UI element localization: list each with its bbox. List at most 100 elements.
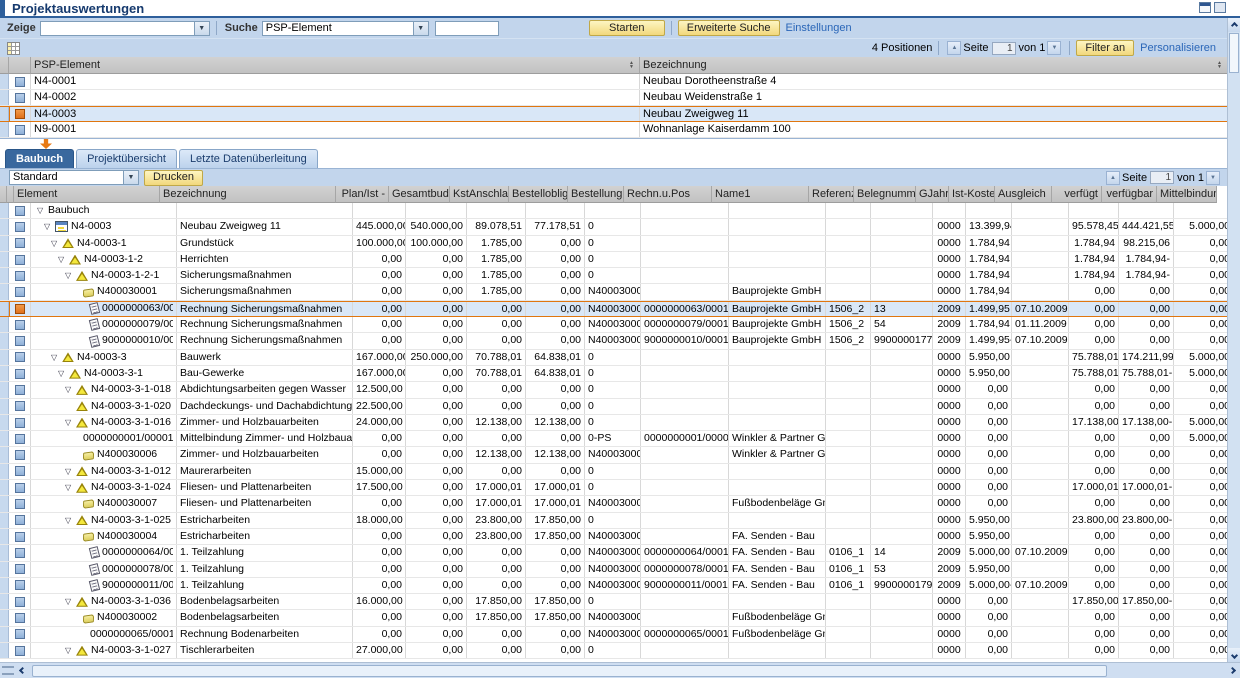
column-header-gj[interactable]: GJahr: [916, 186, 949, 203]
scroll-left-button[interactable]: [14, 663, 30, 678]
row-checkbox[interactable]: [14, 238, 25, 249]
row-checkbox[interactable]: [14, 450, 25, 461]
expand-toggle-icon[interactable]: ▽: [58, 252, 69, 267]
expand-toggle-icon[interactable]: ▽: [58, 366, 69, 381]
row-checkbox[interactable]: [14, 466, 25, 477]
expand-toggle-icon[interactable]: ▽: [65, 594, 76, 609]
table-row[interactable]: ▽ N4-0003-3 Bauwerk 167.000,00 250.000,00 70.…: [0, 349, 1227, 366]
table-row[interactable]: ▽ N4-0003-1 Grundstück 100.000,00 100.000,00…: [0, 235, 1227, 252]
personalisieren-link[interactable]: Personalisieren: [1140, 42, 1216, 54]
table-row[interactable]: ▽ N4-0003-3-1-027 Tischlerarbeiten 27.000,0…: [0, 643, 1227, 660]
row-checkbox[interactable]: [14, 76, 25, 87]
table-row[interactable]: 9000000011/00011. Teilzahlung0,000,000,0…: [0, 577, 1227, 595]
row-checkbox[interactable]: [15, 109, 25, 119]
table-row[interactable]: N400030001 Sicherungsmaßnahmen 0,00 0,00 1.7…: [0, 284, 1227, 301]
expand-toggle-icon[interactable]: ▽: [65, 382, 76, 397]
window-maximize-icon[interactable]: [1214, 2, 1226, 13]
table-row[interactable]: N400030006 Zimmer- und Holzbauarbeiten 0,0…: [0, 447, 1227, 464]
row-checkbox[interactable]: [14, 498, 25, 509]
chevron-down-icon[interactable]: ▼: [123, 171, 138, 184]
scroll-down-button[interactable]: [1228, 648, 1240, 662]
chevron-down-icon[interactable]: ▼: [193, 21, 209, 35]
row-checkbox[interactable]: [14, 515, 25, 526]
column-header-ik[interactable]: Ist-Kosten: [949, 186, 995, 203]
table-row[interactable]: ▽ N4-0003-1-2 Herrichten 0,00 0,00 1.785,00 0,…: [0, 251, 1227, 269]
expand-toggle-icon[interactable]: ▽: [65, 268, 76, 283]
row-checkbox[interactable]: [14, 433, 25, 444]
row-checkbox[interactable]: [14, 547, 25, 558]
row-checkbox[interactable]: [14, 352, 25, 363]
row-checkbox[interactable]: [14, 92, 25, 103]
column-header-bo[interactable]: Bestellobligo: [509, 186, 568, 203]
table-row[interactable]: N400030007 Fliesen- und Plattenarbeiten 0,…: [0, 496, 1227, 513]
window-restore-icon[interactable]: [1199, 2, 1211, 13]
psp-table-row[interactable]: N9-0001 Wohnanlage Kaiserdamm 100: [0, 122, 1227, 138]
expand-toggle-icon[interactable]: ▽: [65, 415, 76, 430]
horizontal-scroll-thumb[interactable]: [32, 664, 1107, 677]
einstellungen-link[interactable]: Einstellungen: [786, 22, 852, 34]
column-header-vb[interactable]: verfügbar: [1102, 186, 1157, 203]
table-row[interactable]: N400030004 Estricharbeiten 0,00 0,00 23.800,…: [0, 528, 1227, 546]
column-header-bz[interactable]: Bezeichnung: [160, 186, 336, 203]
table-options-icon[interactable]: [7, 41, 20, 55]
row-checkbox[interactable]: [14, 401, 25, 412]
tab-baubuch[interactable]: Baubuch: [5, 149, 75, 168]
vertical-scrollbar[interactable]: [1227, 18, 1240, 662]
page-number-input[interactable]: [1150, 171, 1175, 184]
chevron-down-icon[interactable]: ▼: [412, 21, 428, 35]
bezeichnung-column-header[interactable]: Bezeichnung ▲ ▼: [640, 57, 1227, 74]
row-checkbox[interactable]: [14, 270, 25, 281]
row-checkbox[interactable]: [14, 482, 25, 493]
vertical-scroll-thumb[interactable]: [1229, 33, 1239, 73]
column-header-pi[interactable]: Plan/Ist -: [336, 186, 389, 203]
scroll-right-button[interactable]: [1224, 663, 1240, 678]
expand-toggle-icon[interactable]: ▽: [65, 513, 76, 528]
column-header-n1[interactable]: Name1: [712, 186, 809, 203]
table-row[interactable]: ▽ N4-0003-3-1-018 Abdichtungsarbeiten gege…: [0, 382, 1227, 399]
table-row[interactable]: 0000000065/0001 Rechnung Bodenarbeiten 0,0…: [0, 626, 1227, 644]
column-header-mb[interactable]: Mittelbindung: [1157, 186, 1217, 203]
page-up-button[interactable]: ▲: [947, 41, 962, 55]
expand-toggle-icon[interactable]: ▽: [65, 464, 76, 479]
vertical-scroll-track[interactable]: [1228, 74, 1240, 648]
row-checkbox[interactable]: [14, 580, 25, 591]
expand-toggle-icon[interactable]: ▽: [44, 219, 55, 234]
row-checkbox[interactable]: [14, 613, 25, 624]
page-up-button[interactable]: ▲: [1106, 170, 1120, 185]
table-row[interactable]: 0000000079/0001 Rechnung Sicherungsmaßnah…: [0, 317, 1227, 334]
expand-toggle-icon[interactable]: ▽: [65, 480, 76, 495]
column-header-be[interactable]: Bestellung: [568, 186, 624, 203]
erweiterte-suche-button[interactable]: Erweiterte Suche: [677, 20, 780, 36]
suche-scope-combo[interactable]: PSP-Element ▼: [261, 20, 429, 36]
table-row[interactable]: 0000000078/00011. Teilzahlung0,000,000,0…: [0, 561, 1227, 578]
scroll-up-button[interactable]: [1228, 18, 1240, 32]
psp-table-row[interactable]: N4-0003 Neubau Zweigweg 11: [0, 106, 1227, 122]
row-checkbox[interactable]: [14, 645, 25, 656]
table-row[interactable]: N400030002 Bodenbelagsarbeiten 0,00 0,00 17.…: [0, 610, 1227, 627]
psp-table-row[interactable]: N4-0002 Neubau Weidenstraße 1: [0, 90, 1227, 106]
row-checkbox[interactable]: [14, 564, 25, 575]
column-header-ag[interactable]: Ausgleich: [995, 186, 1052, 203]
tab-letzte-daten-berleitung[interactable]: Letzte Datenüberleitung: [178, 149, 318, 168]
row-checkbox[interactable]: [14, 336, 25, 347]
filter-button[interactable]: Filter an: [1076, 40, 1135, 56]
table-row[interactable]: ▽ N4-0003-1-2-1 Sicherungsmaßnahmen 0,00 0,0…: [0, 268, 1227, 285]
search-input[interactable]: [434, 20, 499, 36]
table-row[interactable]: 0000000001/00001 Mittelbindung Zimmer- un…: [0, 431, 1227, 448]
table-row[interactable]: 0000000064/00011. Teilzahlung0,000,000,0…: [0, 545, 1227, 562]
row-checkbox[interactable]: [14, 254, 25, 265]
expand-toggle-icon[interactable]: ▽: [51, 236, 62, 251]
sort-icon[interactable]: ▲ ▼: [629, 61, 636, 70]
psp-element-column-header[interactable]: PSP-Element ▲ ▼: [31, 57, 640, 74]
column-header-el[interactable]: Element: [14, 186, 160, 203]
page-down-button[interactable]: ▼: [1047, 41, 1062, 55]
page-down-button[interactable]: ▼: [1206, 170, 1220, 185]
column-header-bn[interactable]: Belegnummer: [854, 186, 916, 203]
row-checkbox[interactable]: [14, 221, 25, 232]
row-checkbox[interactable]: [14, 531, 25, 542]
table-row[interactable]: 9000000010/0001 Rechnung Sicherungsmaßnah…: [0, 333, 1227, 350]
row-checkbox[interactable]: [14, 368, 25, 379]
column-header-rp[interactable]: Rechn.u.Pos: [624, 186, 712, 203]
row-checkbox[interactable]: [15, 303, 25, 314]
table-row[interactable]: ▽ N4-0003-3-1-025 Estricharbeiten 18.000,00…: [0, 512, 1227, 529]
